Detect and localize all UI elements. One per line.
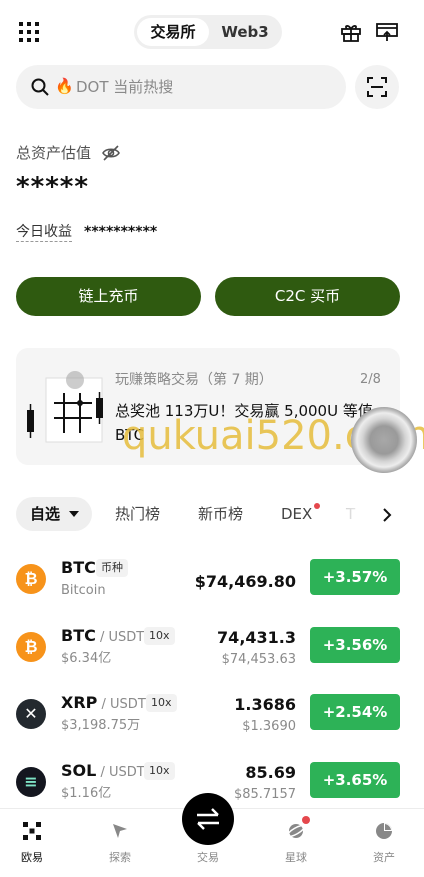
tab-favorites-label: 自选 xyxy=(30,505,61,523)
chevron-right-icon[interactable] xyxy=(380,505,394,525)
grid-menu-icon[interactable] xyxy=(19,22,39,42)
scan-button[interactable] xyxy=(355,65,399,109)
trade-fab-button[interactable] xyxy=(182,793,234,845)
nav-planet-label: 星球 xyxy=(285,851,307,864)
nav-trade-label: 交易 xyxy=(197,851,219,864)
search-icon xyxy=(31,78,49,96)
btc-coin-icon: ₿ xyxy=(16,564,46,594)
row-change-badge[interactable]: +2.54% xyxy=(310,694,400,730)
compass-icon xyxy=(113,824,127,838)
row-price: $74,469.80 xyxy=(194,572,296,591)
nav-planet-notification-dot xyxy=(302,816,310,824)
tab-hot[interactable]: 热门榜 xyxy=(115,497,160,531)
nav-discover[interactable]: 探索 xyxy=(78,809,162,877)
row-tag: 币种 xyxy=(96,559,128,577)
deposit-button[interactable]: 链上充币 xyxy=(16,277,201,316)
c2c-buy-button[interactable]: C2C 买币 xyxy=(215,277,400,316)
scan-icon xyxy=(367,77,387,97)
coin-glyph: ₿ xyxy=(24,569,38,588)
tab-exchange[interactable]: 交易所 xyxy=(137,18,209,46)
tab-favorites[interactable]: 自选 xyxy=(16,497,92,531)
top-header: 交易所 Web3 xyxy=(0,0,424,64)
fire-icon: 🔥 xyxy=(55,77,74,95)
symbol-text: BTC xyxy=(61,626,96,645)
hide-eye-icon[interactable] xyxy=(101,143,121,163)
xrp-coin-icon: ✕ xyxy=(16,699,46,729)
banner-page-indicator: 2/8 xyxy=(360,372,381,387)
row-symbol: BTC xyxy=(61,558,96,578)
leverage-tag: 10x xyxy=(144,762,175,780)
row-price: 74,431.3 xyxy=(217,628,296,647)
row-symbol: SOL / USDT xyxy=(61,761,145,783)
row-price-usd: $85.7157 xyxy=(233,787,296,802)
pair-text: / USDT xyxy=(95,630,145,645)
coin-glyph: ₿ xyxy=(24,637,38,656)
notification-dot xyxy=(314,503,320,509)
today-profit-label[interactable]: 今日收益 xyxy=(16,223,72,242)
market-row[interactable]: ₿ BTC 币种 Bitcoin $74,469.80 +3.57% xyxy=(0,548,424,616)
swap-arrows-icon xyxy=(197,808,219,830)
row-price: 1.3686 xyxy=(234,695,296,714)
market-tabs: 自选 热门榜 新币榜 DEX T xyxy=(0,495,424,535)
today-profit-value: ********** xyxy=(84,224,158,240)
nav-assets[interactable]: 资产 xyxy=(342,809,424,877)
btc-coin-icon: ₿ xyxy=(16,632,46,662)
market-row[interactable]: ✕ XRP / USDT 10x $3,198.75万 1.3686 $1.36… xyxy=(0,683,424,751)
row-change-badge[interactable]: +3.57% xyxy=(310,559,400,595)
gift-icon[interactable] xyxy=(339,20,363,44)
nav-home-label: 欧易 xyxy=(21,851,43,864)
nav-assets-label: 资产 xyxy=(373,851,395,864)
row-volume: $3,198.75万 xyxy=(61,718,141,733)
caret-down-icon xyxy=(69,511,79,517)
exchange-web3-switch: 交易所 Web3 xyxy=(134,15,282,49)
symbol-text: BTC xyxy=(61,558,96,577)
nav-planet[interactable]: 星球 xyxy=(254,809,338,877)
nav-home[interactable]: 欧易 xyxy=(0,809,74,877)
row-symbol: XRP / USDT xyxy=(61,693,146,715)
row-price-usd: $74,453.63 xyxy=(221,652,296,667)
market-row[interactable]: ₿ BTC / USDT 10x $6.34亿 74,431.3 $74,453… xyxy=(0,616,424,684)
row-change-badge[interactable]: +3.65% xyxy=(310,762,400,798)
nav-discover-label: 探索 xyxy=(109,851,131,864)
row-subtitle: Bitcoin xyxy=(61,583,106,598)
symbol-text: XRP xyxy=(61,693,98,712)
announcement-icon[interactable] xyxy=(375,20,399,44)
strategy-chart-icon xyxy=(27,371,103,443)
pie-chart-icon xyxy=(376,823,392,839)
sol-coin-icon: ≡ xyxy=(16,767,46,797)
total-assets-value: ***** xyxy=(16,172,89,202)
tab-new[interactable]: 新币榜 xyxy=(198,497,243,531)
banner-title: 玩赚策略交易（第 7 期） xyxy=(115,372,273,388)
row-volume: $6.34亿 xyxy=(61,651,112,666)
search-bar[interactable]: 🔥 DOT 当前热搜 xyxy=(16,65,346,109)
row-price-usd: $1.3690 xyxy=(242,719,296,734)
row-volume: $1.16亿 xyxy=(61,786,112,801)
planet-icon xyxy=(286,824,306,838)
row-symbol: BTC / USDT xyxy=(61,626,144,648)
row-change-badge[interactable]: +3.56% xyxy=(310,627,400,663)
symbol-text: SOL xyxy=(61,761,97,780)
leverage-tag: 10x xyxy=(144,627,175,645)
search-placeholder: DOT 当前热搜 xyxy=(76,78,174,96)
coin-glyph: ✕ xyxy=(24,704,38,723)
tab-web3[interactable]: Web3 xyxy=(212,18,278,46)
floating-assist-ball[interactable] xyxy=(351,407,417,473)
total-assets-label: 总资产估值 xyxy=(16,144,92,162)
okx-logo-icon xyxy=(23,822,41,840)
coin-glyph: ≡ xyxy=(24,772,38,791)
row-price: 85.69 xyxy=(245,763,296,782)
tab-dex[interactable]: DEX xyxy=(281,497,312,531)
pair-text: / USDT xyxy=(96,765,145,780)
pair-text: / USDT xyxy=(97,697,146,712)
leverage-tag: 10x xyxy=(146,694,177,712)
